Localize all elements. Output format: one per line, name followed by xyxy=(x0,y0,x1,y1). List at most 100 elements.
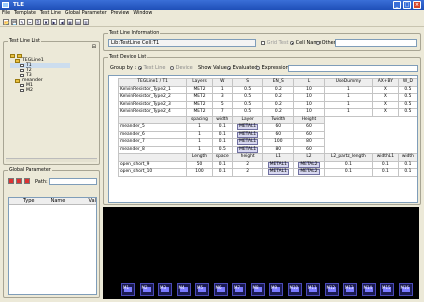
table-cell[interactable]: 1 xyxy=(323,85,373,94)
table-cell[interactable]: 1 xyxy=(186,138,213,147)
table-cell[interactable]: MET2 xyxy=(186,100,213,109)
table-cell[interactable]: METAL1 xyxy=(262,160,295,169)
table-header-row[interactable]: spacing width Layer Twidth Height xyxy=(117,115,418,124)
menu-file[interactable]: File xyxy=(2,10,10,18)
table-cell[interactable]: 0.2 xyxy=(262,93,295,102)
table-cell[interactable]: 100 xyxy=(186,168,213,177)
column-header[interactable]: height xyxy=(231,153,264,162)
column-header[interactable]: spacing xyxy=(186,115,213,124)
table-cell[interactable]: MET2 xyxy=(186,93,213,102)
table-cell[interactable]: X xyxy=(371,108,399,117)
table-cell[interactable]: 0.5 xyxy=(231,93,264,102)
table-cell[interactable]: 60 xyxy=(293,130,325,139)
table-cell[interactable]: METAL1 xyxy=(262,168,295,177)
table-cell[interactable]: 1 xyxy=(323,108,373,117)
column-header[interactable]: W xyxy=(211,78,233,87)
table-cell[interactable]: 0.1 xyxy=(211,160,233,169)
table-cell[interactable]: 0.1 xyxy=(211,138,233,147)
minimize-button[interactable]: _ xyxy=(393,1,401,9)
table-cell[interactable]: 0.1 xyxy=(397,168,417,177)
table-cell[interactable]: 10 xyxy=(293,85,325,94)
column-header[interactable] xyxy=(117,115,188,124)
table-cell[interactable]: meander_5 xyxy=(117,123,188,132)
table-cell[interactable]: 0.5 xyxy=(397,100,417,109)
column-header[interactable]: Length xyxy=(186,153,213,162)
menu-window[interactable]: Window xyxy=(133,10,152,18)
preview-icon[interactable]: ▥ xyxy=(83,19,89,25)
table-cell[interactable]: 60 xyxy=(293,123,325,132)
table-row[interactable]: open_short_10 100 0.1 2 METAL1 METAL2 0.1 0.1 0.… xyxy=(117,168,417,177)
table-cell[interactable]: KelvinResistor_Type2_1 xyxy=(117,85,188,94)
table-cell[interactable]: meander_7 xyxy=(117,138,188,147)
run-icon[interactable]: ▶ xyxy=(51,19,57,25)
column-header[interactable]: widthL1 xyxy=(371,153,399,162)
table-header-row[interactable]: TEGLine1 / T1 Layers W S EN_S L UseDummy AX+BY W… xyxy=(117,78,417,87)
table-cell[interactable]: 10 xyxy=(293,100,325,109)
table-cell[interactable]: KelvinResistor_Type2_3 xyxy=(117,100,188,109)
table-cell[interactable]: meander_8 xyxy=(117,145,188,154)
table-cell[interactable]: 0.1 xyxy=(323,160,373,169)
table-cell[interactable]: X xyxy=(371,100,399,109)
table-cell[interactable]: KelvinResistor_Type2_4 xyxy=(117,108,188,117)
table-cell[interactable]: 2 xyxy=(231,160,264,169)
column-header[interactable]: width xyxy=(397,153,417,162)
table-cell[interactable]: 0.5 xyxy=(397,85,417,94)
edit-icon[interactable]: ✎ xyxy=(19,19,25,25)
table-cell[interactable]: 1 xyxy=(186,123,213,132)
open-icon[interactable]: 📂 xyxy=(3,19,9,25)
table-cell[interactable]: meander_6 xyxy=(117,130,188,139)
expression-input[interactable] xyxy=(288,65,418,72)
col-val[interactable]: Val xyxy=(77,198,97,204)
table-cell[interactable]: METAL1 xyxy=(231,130,264,139)
column-header[interactable]: space xyxy=(211,153,233,162)
col-name[interactable]: Name xyxy=(39,198,77,204)
collapse-icon[interactable]: ⊟ xyxy=(92,44,96,50)
table-row[interactable]: KelvinResistor_Type2_4 MET2 7 0.5 0.2 10 1 X 0.5 xyxy=(117,108,417,117)
copy-icon[interactable]: ⎘ xyxy=(35,19,41,25)
other-radio[interactable]: Other xyxy=(316,40,336,46)
table-cell[interactable]: 3 xyxy=(211,93,233,102)
table-row[interactable]: meander_6 1 0.1 METAL1 60 60 xyxy=(117,130,418,139)
table-cell[interactable]: 1 xyxy=(186,130,213,139)
column-header[interactable]: width xyxy=(211,115,233,124)
menu-test-line[interactable]: Test Line xyxy=(40,10,61,18)
grid-icon[interactable]: ▦ xyxy=(67,19,73,25)
table-cell[interactable]: open_short_10 xyxy=(117,168,188,177)
column-header[interactable]: Layers xyxy=(186,78,213,87)
column-header[interactable]: UseDummy xyxy=(323,78,373,87)
table-row[interactable]: meander_8 1 0.5 METAL1 80 60 xyxy=(117,145,418,154)
table-cell[interactable]: X xyxy=(371,93,399,102)
import-icon[interactable] xyxy=(24,178,30,184)
table-cell[interactable]: 50 xyxy=(186,160,213,169)
table-cell[interactable]: 0.5 xyxy=(231,85,264,94)
table-cell[interactable]: 80 xyxy=(262,145,295,154)
cut-icon[interactable]: ✂ xyxy=(27,19,33,25)
path-input[interactable] xyxy=(49,178,97,185)
table-cell[interactable]: METAL1 xyxy=(231,138,264,147)
other-input[interactable] xyxy=(335,39,417,47)
table-cell[interactable]: 0.5 xyxy=(397,93,417,102)
column-header[interactable]: L1 xyxy=(262,153,295,162)
layout-icon[interactable]: ▤ xyxy=(75,19,81,25)
layout-preview-canvas[interactable]: M1 M2 M3 M4 M5 M6 M7 M8 M9 M10 M11 M12 M13 M14 M15 M16 xyxy=(103,207,419,299)
table-cell[interactable]: 5 xyxy=(211,100,233,109)
table-cell[interactable]: 1 xyxy=(186,145,213,154)
table-row[interactable]: KelvinResistor_Type2_1 MET2 1 0.5 0.2 10 1 X 0.5 xyxy=(117,85,417,94)
column-header[interactable]: L2_partz_length xyxy=(323,153,373,162)
evaluated-radio[interactable]: Evaluated xyxy=(227,65,258,72)
table-cell[interactable]: 0.2 xyxy=(262,100,295,109)
table-cell[interactable]: 0.1 xyxy=(371,168,399,177)
column-header[interactable]: Twidth xyxy=(262,115,295,124)
table-cell[interactable]: 0.1 xyxy=(211,168,233,177)
table-cell[interactable]: 100 xyxy=(262,138,295,147)
column-header[interactable]: Height xyxy=(293,115,325,124)
table-cell[interactable]: 7 xyxy=(211,108,233,117)
table-cell[interactable]: 0.1 xyxy=(397,160,417,169)
table-cell[interactable]: 10 xyxy=(293,93,325,102)
close-button[interactable]: × xyxy=(413,1,421,9)
table-cell[interactable]: 0.1 xyxy=(211,123,233,132)
table-cell[interactable]: open_short_9 xyxy=(117,160,188,169)
group-test-line-radio[interactable]: Test Line xyxy=(138,65,165,72)
table-cell[interactable]: 0.2 xyxy=(262,85,295,94)
column-header[interactable]: Layer xyxy=(231,115,264,124)
